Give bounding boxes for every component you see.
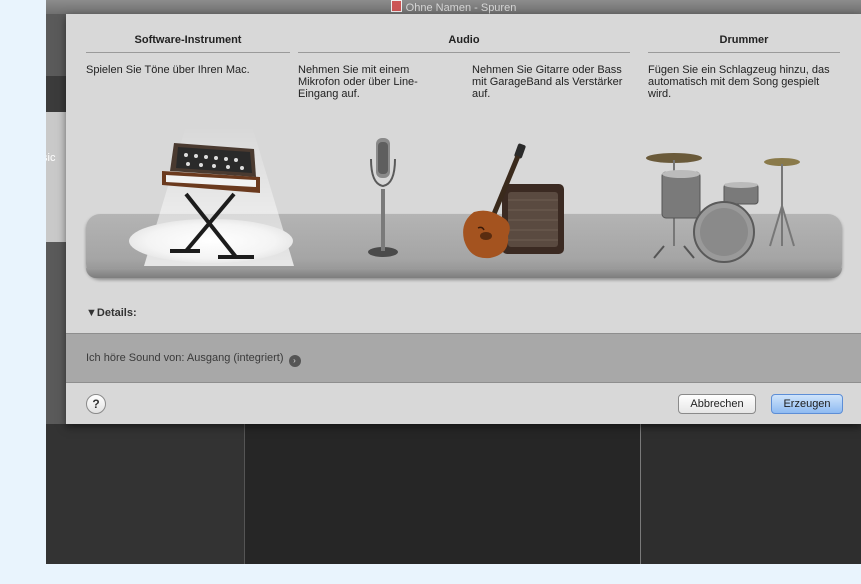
heading-drummer: Drummer bbox=[719, 34, 769, 46]
cancel-button[interactable]: Abbrechen bbox=[678, 394, 756, 414]
background-side-label: sic bbox=[46, 152, 56, 164]
arrow-right-icon[interactable]: › bbox=[288, 355, 301, 367]
background-toolbar bbox=[46, 76, 66, 112]
heading-audio: Audio bbox=[448, 34, 480, 46]
background-timeline bbox=[641, 424, 861, 564]
output-source-label: Ich höre Sound von: Ausgang (integriert) bbox=[86, 352, 284, 364]
stage-front bbox=[86, 268, 842, 278]
keyboard-synth-icon[interactable] bbox=[156, 139, 266, 264]
document-icon bbox=[390, 0, 402, 12]
background-track-area bbox=[245, 424, 641, 564]
microphone-icon[interactable] bbox=[361, 134, 405, 259]
details-disclosure[interactable]: ▼Details: bbox=[86, 307, 137, 319]
desc-software-instrument: Spielen Sie Töne über Ihren Mac. bbox=[86, 64, 250, 76]
title-bar: Ohne Namen - Spuren bbox=[46, 0, 861, 14]
background-track-header bbox=[46, 112, 66, 242]
drum-kit-icon[interactable] bbox=[644, 146, 804, 264]
guitar-amp-icon[interactable] bbox=[454, 142, 569, 262]
help-button[interactable]: ? bbox=[86, 394, 106, 414]
desc-guitar: Nehmen Sie Gitarre oder Bass mit GarageB… bbox=[472, 64, 623, 100]
heading-software-instrument: Software-Instrument bbox=[134, 34, 242, 46]
divider bbox=[648, 52, 840, 53]
divider bbox=[298, 52, 630, 53]
garageband-window: Ohne Namen - Spuren sic Software-Instrum… bbox=[46, 0, 861, 564]
background-library bbox=[46, 424, 245, 564]
window-title: Ohne Namen - Spuren bbox=[405, 2, 517, 14]
new-track-sheet: Software-Instrument Audio Drummer Spiele… bbox=[66, 14, 861, 424]
desc-drummer: Fügen Sie ein Schlagzeug hinzu, das auto… bbox=[648, 64, 830, 100]
output-text-wrap: Ich höre Sound von: Ausgang (integriert)… bbox=[86, 352, 301, 367]
desc-microphone: Nehmen Sie mit einem Mikrofon oder über … bbox=[298, 64, 418, 100]
divider bbox=[86, 52, 290, 53]
create-button[interactable]: Erzeugen bbox=[771, 394, 843, 414]
output-bar: Ich höre Sound von: Ausgang (integriert)… bbox=[66, 333, 861, 383]
window-title-wrap: Ohne Namen - Spuren bbox=[46, 0, 861, 15]
